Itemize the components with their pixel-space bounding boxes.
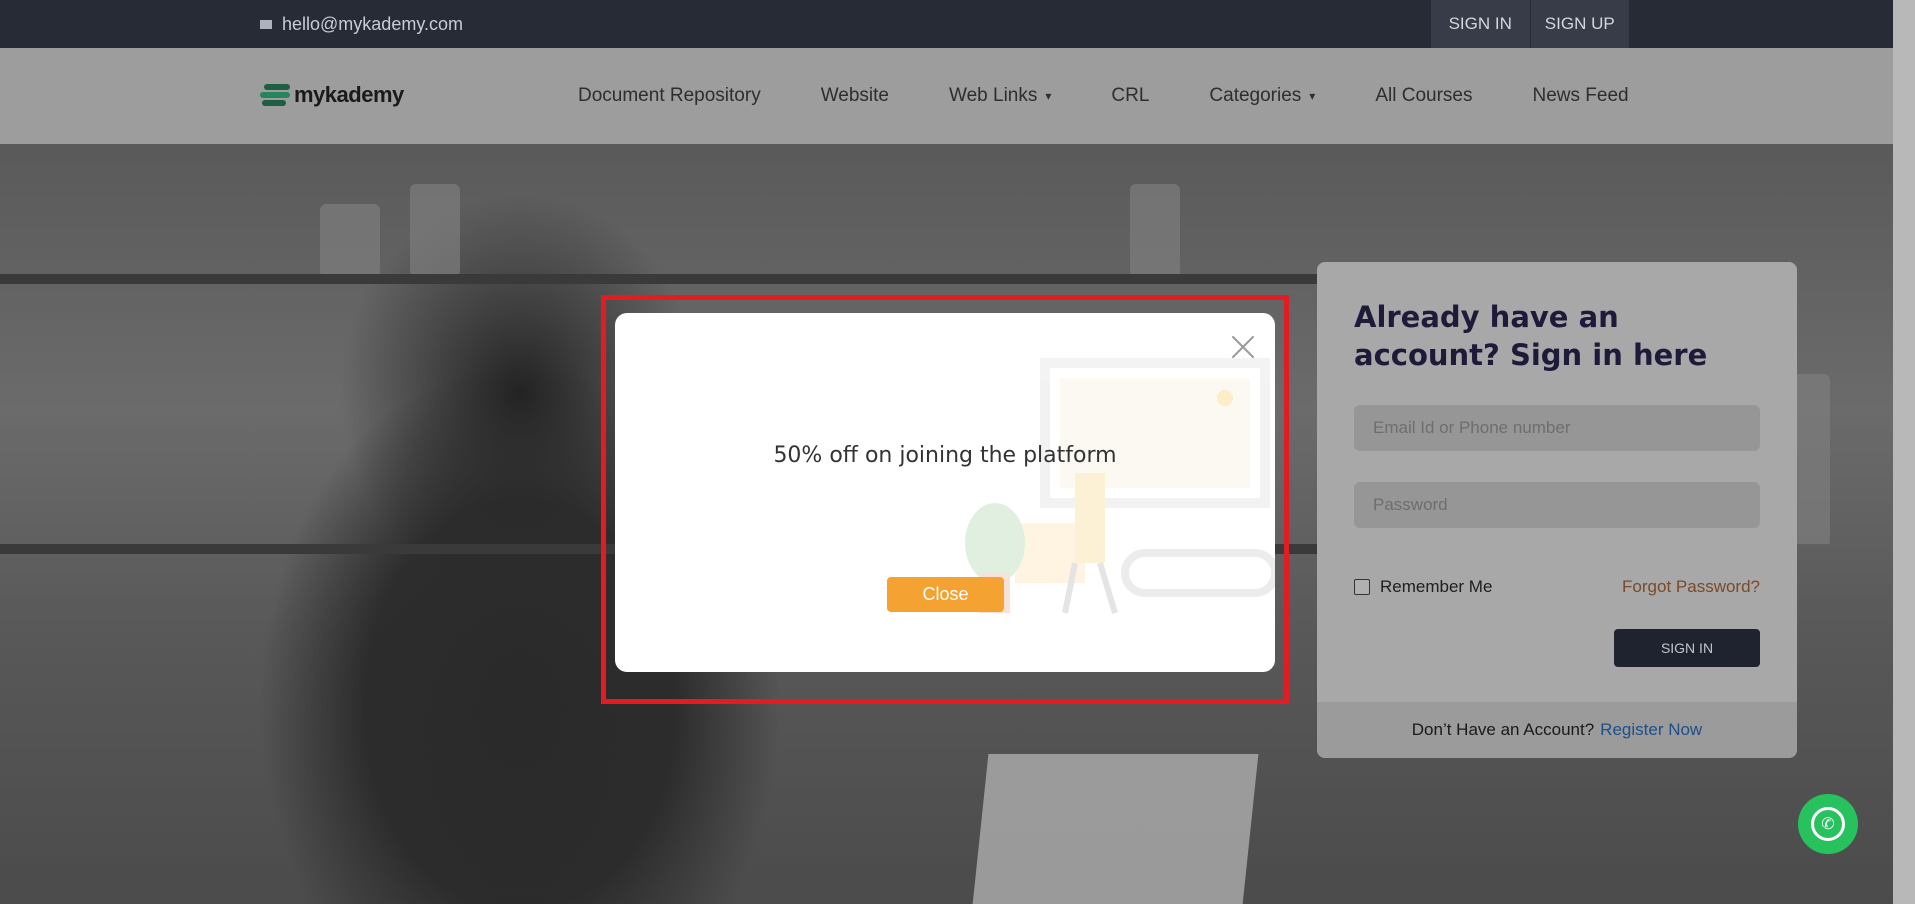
top-bar: hello@mykademy.com SIGN IN SIGN UP <box>0 0 1893 48</box>
laptop-decor <box>971 754 1259 904</box>
remember-me[interactable]: Remember Me <box>1354 577 1492 597</box>
page-scrollbar[interactable] <box>1893 0 1915 904</box>
email-placeholder: Email Id or Phone number <box>1373 418 1571 437</box>
nav-item-news-feed[interactable]: News Feed <box>1532 85 1628 107</box>
chevron-down-icon: ▾ <box>1309 89 1316 103</box>
nav-item-label: Web Links <box>949 85 1038 106</box>
jar-decor <box>1130 184 1180 274</box>
main-navigation: mykademy Document Repository Website Web… <box>0 48 1893 144</box>
top-sign-in-link[interactable]: SIGN IN <box>1431 0 1530 48</box>
nav-item-label: All Courses <box>1375 85 1473 106</box>
close-icon[interactable] <box>1231 335 1255 359</box>
nav-menu: Document Repository Website Web Links ▾ C… <box>578 48 1689 144</box>
shelf-decor <box>0 274 1500 284</box>
forgot-password-link[interactable]: Forgot Password? <box>1622 577 1760 597</box>
nav-item-crl[interactable]: CRL <box>1111 85 1149 107</box>
nav-item-label: Document Repository <box>578 85 761 106</box>
jar-decor <box>320 204 380 274</box>
register-now-link[interactable]: Register Now <box>1600 720 1702 740</box>
nav-item-label: News Feed <box>1532 85 1629 106</box>
promo-modal: 50% off on joining the platform Close <box>615 313 1275 672</box>
contact-email-text: hello@mykademy.com <box>282 13 463 34</box>
nav-item-label: Website <box>820 85 889 106</box>
register-footer: Don’t Have an Account? Register Now <box>1317 702 1797 758</box>
nav-item-categories[interactable]: Categories ▾ <box>1209 85 1315 107</box>
promo-message: 50% off on joining the platform <box>773 443 1117 468</box>
site-logo[interactable]: mykademy <box>260 82 404 108</box>
logo-text: mykademy <box>294 82 404 107</box>
nav-item-label: Categories <box>1209 85 1302 106</box>
login-heading: Already have an account? Sign in here <box>1354 300 1708 372</box>
whatsapp-icon: ✆ <box>1811 807 1845 841</box>
sign-in-button[interactable]: SIGN IN <box>1614 629 1760 667</box>
contact-email[interactable]: hello@mykademy.com <box>260 0 463 48</box>
password-field[interactable]: Password <box>1354 482 1760 528</box>
top-sign-up-link[interactable]: SIGN UP <box>1531 0 1630 48</box>
jar-decor <box>410 184 460 274</box>
no-account-text: Don’t Have an Account? <box>1411 720 1595 739</box>
login-card: Already have an account? Sign in here Em… <box>1317 262 1797 758</box>
nav-item-web-links[interactable]: Web Links ▾ <box>949 85 1051 107</box>
email-field[interactable]: Email Id or Phone number <box>1354 405 1760 451</box>
password-placeholder: Password <box>1373 495 1448 514</box>
remember-checkbox[interactable] <box>1354 579 1370 595</box>
nav-item-label: CRL <box>1111 85 1150 106</box>
remember-label: Remember Me <box>1380 577 1493 596</box>
logo-mark-icon <box>260 82 290 108</box>
nav-item-all-courses[interactable]: All Courses <box>1375 85 1472 107</box>
nav-item-document-repository[interactable]: Document Repository <box>578 85 761 107</box>
envelope-icon <box>260 19 272 29</box>
chevron-down-icon: ▾ <box>1045 89 1052 103</box>
nav-item-website[interactable]: Website <box>821 85 889 107</box>
auth-links: SIGN IN SIGN UP <box>1431 0 1629 48</box>
whatsapp-button[interactable]: ✆ <box>1798 794 1858 854</box>
close-button[interactable]: Close <box>887 577 1004 612</box>
